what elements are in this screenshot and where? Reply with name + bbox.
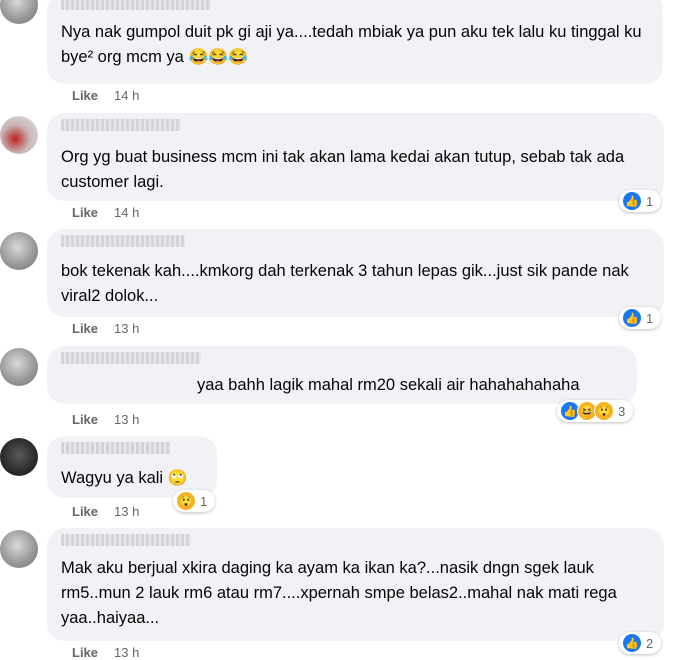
comment-actions: Like 13 h bbox=[72, 504, 139, 519]
eye-roll-emoji-icon: 🙄 bbox=[167, 470, 188, 487]
comment-text: Nya nak gumpol duit pk gi aji ya....teda… bbox=[61, 23, 642, 66]
timestamp[interactable]: 13 h bbox=[114, 645, 139, 660]
comment-bubble: yaa bahh lagik mahal rm20 sekali air hah… bbox=[47, 346, 637, 404]
like-button[interactable]: Like bbox=[72, 321, 98, 336]
timestamp[interactable]: 14 h bbox=[114, 88, 139, 103]
comment-text: bok tekenak kah....kmkorg dah terkenak 3… bbox=[61, 262, 629, 305]
reaction-summary[interactable]: 👍 1 bbox=[619, 307, 661, 329]
timestamp[interactable]: 13 h bbox=[114, 321, 139, 336]
like-reaction-icon: 👍 bbox=[622, 191, 642, 211]
avatar[interactable] bbox=[0, 232, 38, 270]
comment-author-redacted[interactable] bbox=[61, 352, 201, 364]
comment-actions: Like 13 h bbox=[72, 645, 139, 660]
comment-text: Wagyu ya kali 🙄 bbox=[61, 469, 188, 487]
reaction-count: 1 bbox=[646, 193, 654, 209]
comment-text: yaa bahh lagik mahal rm20 sekali air hah… bbox=[197, 376, 580, 394]
avatar[interactable] bbox=[0, 348, 38, 386]
reaction-summary[interactable]: 😲 1 bbox=[173, 490, 215, 512]
like-button[interactable]: Like bbox=[72, 205, 98, 220]
comment-actions: Like 14 h bbox=[72, 205, 139, 220]
reaction-summary[interactable]: 👍 😆 😲 3 bbox=[557, 400, 633, 422]
comment-actions: Like 13 h bbox=[72, 321, 139, 336]
comment-author-redacted[interactable] bbox=[61, 442, 171, 454]
timestamp[interactable]: 13 h bbox=[114, 504, 139, 519]
like-button[interactable]: Like bbox=[72, 504, 98, 519]
wow-reaction-icon: 😲 bbox=[594, 401, 614, 421]
avatar[interactable] bbox=[0, 438, 38, 476]
reaction-count: 1 bbox=[200, 493, 208, 509]
comment-actions: Like 14 h bbox=[72, 88, 139, 103]
avatar[interactable] bbox=[0, 0, 38, 24]
timestamp[interactable]: 14 h bbox=[114, 205, 139, 220]
like-button[interactable]: Like bbox=[72, 412, 98, 427]
comment-bubble: bok tekenak kah....kmkorg dah terkenak 3… bbox=[47, 229, 664, 317]
reaction-count: 3 bbox=[618, 403, 626, 419]
comment-text: Org yg buat business mcm ini tak akan la… bbox=[61, 148, 625, 191]
laughing-emoji-icon: 😂😂😂 bbox=[188, 49, 249, 66]
avatar[interactable] bbox=[0, 530, 38, 568]
like-reaction-icon: 👍 bbox=[622, 633, 642, 653]
avatar[interactable] bbox=[0, 116, 38, 154]
reaction-summary[interactable]: 👍 1 bbox=[619, 190, 661, 212]
reaction-summary[interactable]: 👍 2 bbox=[619, 632, 661, 654]
comment-bubble: Wagyu ya kali 🙄 bbox=[47, 436, 217, 498]
comment-bubble: Nya nak gumpol duit pk gi aji ya....teda… bbox=[47, 0, 663, 84]
wow-reaction-icon: 😲 bbox=[176, 491, 196, 511]
comment-author-redacted[interactable] bbox=[61, 119, 181, 131]
comment-author-redacted[interactable] bbox=[61, 0, 211, 10]
reaction-count: 2 bbox=[646, 635, 654, 651]
comment-bubble: Org yg buat business mcm ini tak akan la… bbox=[47, 113, 664, 201]
like-reaction-icon: 👍 bbox=[622, 308, 642, 328]
comment-actions: Like 13 h bbox=[72, 412, 139, 427]
comment-author-redacted[interactable] bbox=[61, 534, 191, 546]
comment-text: Mak aku berjual xkira daging ka ayam ka … bbox=[61, 559, 617, 627]
timestamp[interactable]: 13 h bbox=[114, 412, 139, 427]
comment-bubble: Mak aku berjual xkira daging ka ayam ka … bbox=[47, 528, 664, 641]
comment-author-redacted[interactable] bbox=[61, 235, 185, 247]
like-button[interactable]: Like bbox=[72, 88, 98, 103]
like-button[interactable]: Like bbox=[72, 645, 98, 660]
reaction-count: 1 bbox=[646, 310, 654, 326]
